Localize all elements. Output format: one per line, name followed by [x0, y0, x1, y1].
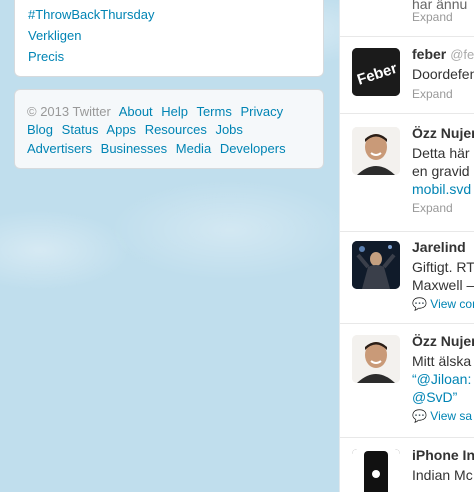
tweet-text: en gravid	[412, 163, 470, 179]
footer-link-resources[interactable]: Resources	[145, 122, 207, 137]
tweet-text: Maxwell –	[412, 277, 474, 293]
footer-row-3: Advertisers Businesses Media Developers	[27, 141, 291, 156]
person-photo-icon	[352, 127, 400, 175]
footer-row-1: © 2013 Twitter About Help Terms Privacy	[27, 104, 288, 119]
tweet-author[interactable]: Jarelind	[412, 239, 466, 255]
tweet-mention[interactable]: “@Jiloan:	[412, 371, 471, 387]
trends-card: #ThrowBackThursday Verkligen Precis	[14, 0, 324, 77]
tweet-text: Mitt älska	[412, 353, 472, 369]
tweet-text: Indian Mc	[412, 467, 473, 483]
person-photo-icon	[352, 335, 400, 383]
footer-link-status[interactable]: Status	[62, 122, 99, 137]
avatar[interactable]	[352, 241, 400, 289]
copyright: © 2013 Twitter	[27, 104, 111, 119]
expand-link[interactable]: Expand	[412, 87, 453, 101]
footer-row-2: Blog Status Apps Resources Jobs	[27, 122, 248, 137]
trend-throwbackthursday[interactable]: #ThrowBackThursday	[28, 7, 154, 22]
speech-bubble-icon: 💬	[412, 409, 431, 423]
tweet-handle[interactable]: @feb	[450, 47, 474, 62]
avatar[interactable]: Feber	[352, 48, 400, 96]
footer-link-advertisers[interactable]: Advertisers	[27, 141, 92, 156]
tweet-author[interactable]: Özz Nujen	[412, 125, 474, 141]
tweet-item[interactable]: Jarelind Giftigt. RT Maxwell – 💬 View co…	[340, 231, 474, 324]
tweet-item[interactable]: Özz Nujen Detta här en gravid mobil.svd …	[340, 113, 474, 232]
footer-link-media[interactable]: Media	[176, 141, 211, 156]
tweet-stream: har ännu Expand Feber feber@feb Doordefe…	[339, 0, 474, 492]
tweet-author[interactable]: iPhone In	[412, 447, 474, 463]
tweet-text: Doordefen	[412, 66, 474, 82]
trend-precis[interactable]: Precis	[28, 49, 64, 64]
speech-bubble-icon: 💬	[412, 297, 431, 311]
avatar[interactable]	[352, 127, 400, 175]
tweet-item[interactable]: Özz Nujen Mitt älska “@Jiloan: @SvD” 💬 V…	[340, 323, 474, 438]
expand-link[interactable]: Expand	[412, 10, 453, 24]
expand-link[interactable]: Expand	[412, 201, 453, 215]
footer-link-businesses[interactable]: Businesses	[101, 141, 167, 156]
footer-link-jobs[interactable]: Jobs	[215, 122, 242, 137]
footer-link-apps[interactable]: Apps	[106, 122, 136, 137]
tweet-text: Giftigt. RT	[412, 259, 474, 275]
tweet-mention[interactable]: @SvD”	[412, 389, 457, 405]
iphone-icon	[352, 449, 400, 492]
tweet-text: Detta här	[412, 145, 470, 161]
avatar[interactable]	[352, 449, 400, 492]
tweet-author[interactable]: Özz Nujen	[412, 333, 474, 349]
feber-logo-icon: Feber	[352, 48, 400, 96]
tweet-link[interactable]: mobil.svd	[412, 181, 471, 197]
avatar[interactable]	[352, 335, 400, 383]
footer-link-about[interactable]: About	[119, 104, 153, 119]
footer-link-terms[interactable]: Terms	[196, 104, 231, 119]
tweet-author[interactable]: feber@feb	[412, 46, 474, 62]
footer-link-help[interactable]: Help	[161, 104, 188, 119]
view-conversation-link[interactable]: 💬 View con	[412, 297, 474, 311]
footer-card: © 2013 Twitter About Help Terms Privacy …	[14, 89, 324, 169]
footer-link-blog[interactable]: Blog	[27, 122, 53, 137]
tweet-item[interactable]: har ännu Expand	[340, 0, 474, 37]
footer-link-developers[interactable]: Developers	[220, 141, 286, 156]
tweet-item[interactable]: Feber feber@feb Doordefen Expand	[340, 36, 474, 114]
tweet-item[interactable]: iPhone In Indian Mc	[340, 437, 474, 492]
view-summary-link[interactable]: 💬 View sa	[412, 409, 472, 423]
trend-verkligen[interactable]: Verkligen	[28, 28, 81, 43]
footer-link-privacy[interactable]: Privacy	[240, 104, 283, 119]
person-photo-icon	[352, 241, 400, 289]
